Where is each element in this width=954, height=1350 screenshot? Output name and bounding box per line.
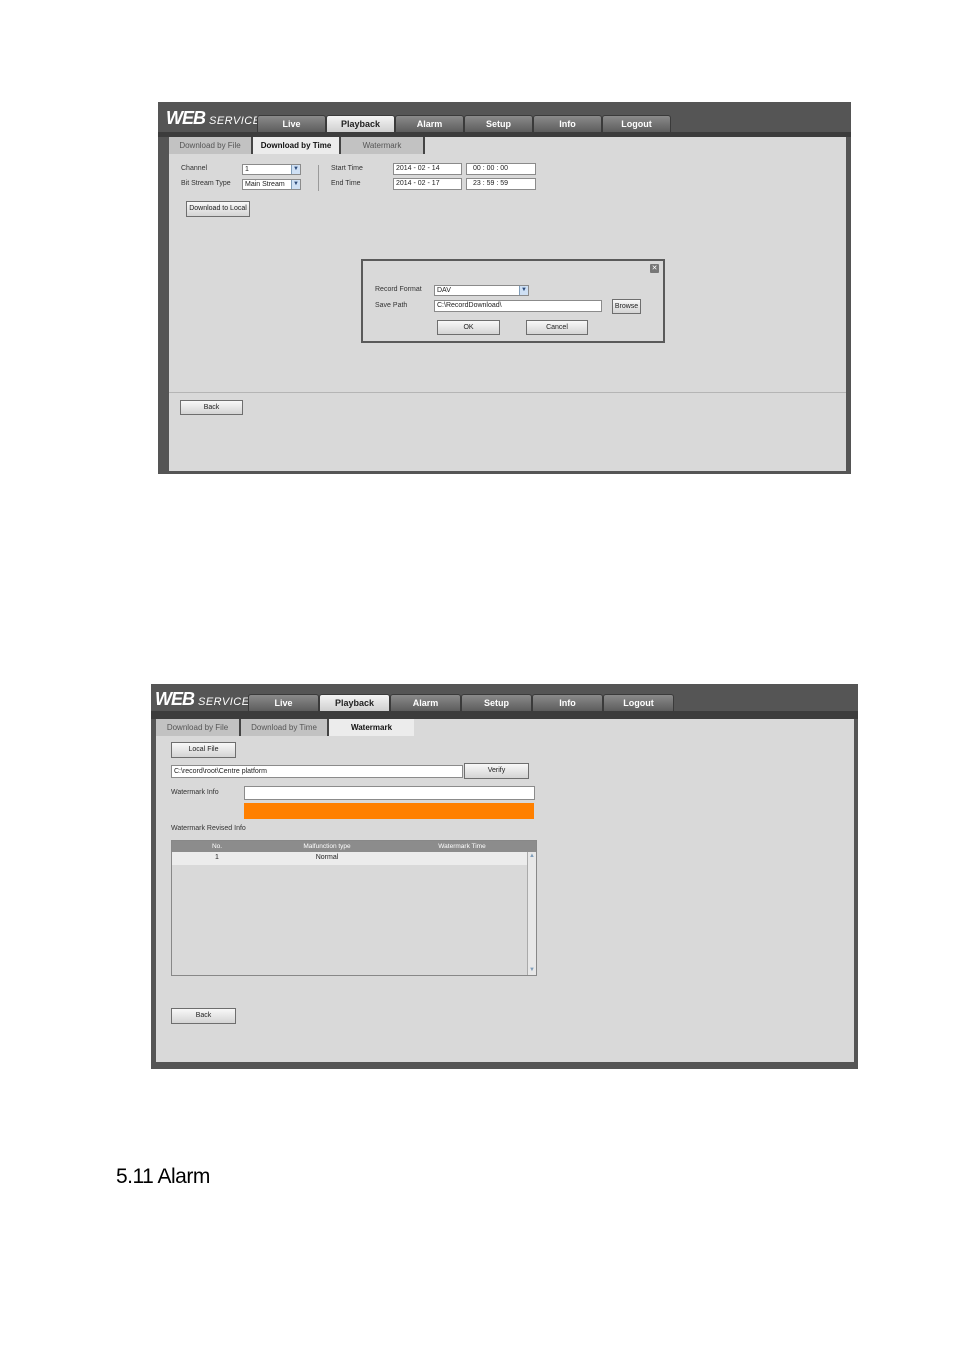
stream-value: Main Stream	[245, 181, 285, 188]
browse-button[interactable]: Browse	[612, 299, 641, 314]
tab-info[interactable]: Info	[532, 694, 603, 711]
tab-live[interactable]: Live	[257, 115, 326, 132]
column-malfunction-type: Malfunction type	[303, 843, 351, 850]
end-time-input[interactable]: 23 : 59 : 59	[466, 178, 536, 190]
record-format-label: Record Format	[375, 286, 422, 293]
subtab-watermark[interactable]: Watermark	[341, 137, 425, 154]
chevron-up-icon[interactable]: ▲	[528, 852, 536, 861]
tab-live[interactable]: Live	[248, 694, 319, 711]
table-header: No. Malfunction type Watermark Time	[172, 841, 536, 852]
tab-playback[interactable]: Playback	[319, 694, 390, 711]
tab-strip	[151, 711, 858, 719]
content-panel: Download by File Download by Time Waterm…	[156, 719, 854, 1062]
chevron-down-icon[interactable]: ▼	[291, 165, 300, 174]
record-format-value: DAV	[437, 287, 451, 294]
column-no: No.	[211, 843, 223, 850]
ok-button[interactable]: OK	[437, 320, 500, 335]
stream-label: Bit Stream Type	[181, 180, 231, 187]
save-path-label: Save Path	[375, 302, 408, 309]
tab-logout[interactable]: Logout	[602, 115, 671, 132]
save-path-input[interactable]: C:\RecordDownload\	[434, 300, 602, 312]
watermark-info-label: Watermark Info	[171, 789, 219, 796]
top-nav: Live Playback Alarm Setup Info Logout	[248, 694, 674, 711]
download-to-local-button[interactable]: Download to Local	[186, 201, 250, 217]
tab-info[interactable]: Info	[533, 115, 602, 132]
sub-tabs: Download by File Download by Time Waterm…	[169, 137, 425, 154]
vertical-divider	[318, 165, 319, 191]
channel-label: Channel	[181, 165, 208, 172]
watermark-table: No. Malfunction type Watermark Time 1 No…	[171, 840, 537, 976]
subtab-download-by-file[interactable]: Download by File	[169, 137, 253, 154]
top-nav: Live Playback Alarm Setup Info Logout	[257, 115, 671, 132]
chevron-down-icon[interactable]: ▼	[519, 286, 528, 295]
channel-value: 1	[245, 166, 249, 173]
download-dialog: ✕ Record Format DAV ▼ Save Path C:\Recor…	[361, 259, 665, 343]
tab-setup[interactable]: Setup	[464, 115, 533, 132]
tab-playback[interactable]: Playback	[326, 115, 395, 132]
verify-button[interactable]: Verify	[464, 763, 529, 779]
screenshot-download-by-time: WEB SERVICE Live Playback Alarm Setup Inf…	[158, 102, 851, 474]
bottom-divider	[169, 392, 846, 393]
screenshot-watermark: WEB SERVICE Live Playback Alarm Setup Inf…	[151, 684, 858, 1069]
content-panel: Download by File Download by Time Waterm…	[169, 137, 846, 471]
tab-logout[interactable]: Logout	[603, 694, 674, 711]
column-watermark-time: Watermark Time	[438, 843, 486, 850]
watermark-info-field	[244, 786, 535, 800]
tab-alarm[interactable]: Alarm	[390, 694, 461, 711]
start-date-input[interactable]: 2014 - 02 - 14	[393, 163, 462, 175]
back-button[interactable]: Back	[180, 400, 243, 415]
record-format-select[interactable]: DAV ▼	[434, 285, 529, 296]
back-button[interactable]: Back	[171, 1008, 236, 1024]
stream-select[interactable]: Main Stream ▼	[242, 179, 301, 190]
subtab-download-by-time[interactable]: Download by Time	[241, 719, 329, 736]
row-malfunction-type: Normal	[315, 854, 339, 861]
file-path-input[interactable]: C:\record\root\Centre platform	[171, 765, 463, 778]
table-row[interactable]: 1 Normal	[172, 852, 527, 865]
subtab-download-by-time[interactable]: Download by Time	[253, 137, 341, 154]
table-scrollbar[interactable]: ▲ ▼	[527, 852, 536, 975]
tab-setup[interactable]: Setup	[461, 694, 532, 711]
end-date-input[interactable]: 2014 - 02 - 17	[393, 178, 462, 190]
close-icon[interactable]: ✕	[650, 264, 659, 273]
tab-alarm[interactable]: Alarm	[395, 115, 464, 132]
end-time-label: End Time	[331, 180, 361, 187]
section-heading: 5.11 Alarm	[116, 1165, 210, 1188]
sub-tabs: Download by File Download by Time Waterm…	[156, 719, 414, 736]
start-time-input[interactable]: 00 : 00 : 00	[466, 163, 536, 175]
watermark-revised-label: Watermark Revised Info	[171, 825, 246, 832]
subtab-watermark[interactable]: Watermark	[329, 719, 414, 736]
watermark-status-bar	[244, 803, 534, 819]
chevron-down-icon[interactable]: ▼	[291, 180, 300, 189]
web-service-logo: WEB SERVICE	[166, 108, 261, 128]
channel-select[interactable]: 1 ▼	[242, 164, 301, 175]
subtab-download-by-file[interactable]: Download by File	[156, 719, 241, 736]
local-file-button[interactable]: Local File	[171, 742, 236, 758]
cancel-button[interactable]: Cancel	[526, 320, 588, 335]
row-no: 1	[215, 854, 219, 861]
web-service-logo: WEB SERVICE	[155, 689, 250, 709]
start-time-label: Start Time	[331, 165, 363, 172]
chevron-down-icon[interactable]: ▼	[528, 966, 536, 975]
